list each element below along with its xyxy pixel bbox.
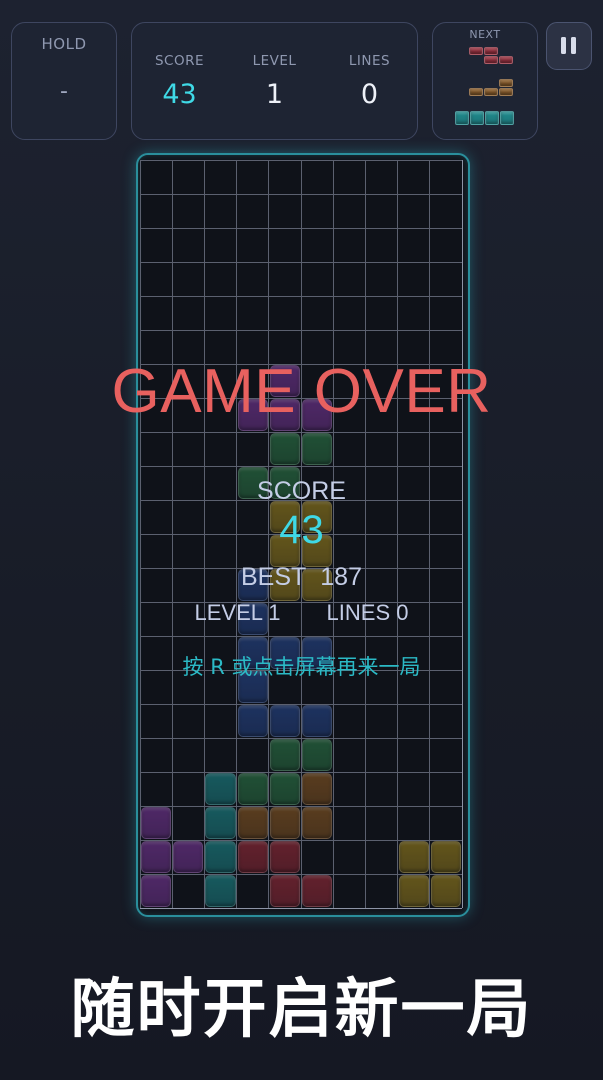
next-piece-block bbox=[485, 111, 499, 125]
best-score: BEST 187 bbox=[0, 563, 603, 592]
lines-stat: LINES 0 bbox=[322, 53, 417, 110]
hold-panel: HOLD - bbox=[11, 22, 117, 140]
next-piece-block bbox=[455, 111, 469, 125]
next-piece-block bbox=[484, 47, 498, 55]
best-label: BEST bbox=[240, 563, 307, 591]
pause-icon bbox=[561, 37, 566, 54]
game-over-title: GAME OVER bbox=[111, 357, 492, 426]
next-piece-block bbox=[469, 88, 483, 96]
score-label: SCORE bbox=[154, 53, 205, 69]
next-piece-block bbox=[484, 88, 498, 96]
lines-value: 0 bbox=[360, 79, 379, 110]
next-piece-block bbox=[484, 56, 498, 64]
level-stat: LEVEL 1 bbox=[227, 53, 322, 110]
promo-caption: 随时开启新一局 bbox=[70, 973, 533, 1047]
next-piece-block bbox=[499, 88, 513, 96]
next-piece-block bbox=[500, 111, 514, 125]
score-stat: SCORE 43 bbox=[132, 53, 227, 110]
final-score-value: 43 bbox=[279, 508, 324, 552]
level-label: LEVEL bbox=[252, 53, 297, 69]
hold-label: HOLD bbox=[41, 35, 87, 53]
final-lines: LINES 0 bbox=[326, 600, 409, 625]
final-score-label: SCORE bbox=[257, 477, 346, 505]
pause-icon-bar bbox=[571, 37, 576, 54]
lines-label: LINES bbox=[348, 53, 391, 69]
stats-panel: SCORE 43 LEVEL 1 LINES 0 bbox=[131, 22, 418, 140]
pause-button[interactable] bbox=[546, 22, 592, 70]
next-piece-block bbox=[470, 111, 484, 125]
restart-hint[interactable]: 按 R 或点击屏幕再来一局 bbox=[0, 651, 603, 681]
final-stats: LEVEL 1 LINES 0 bbox=[0, 600, 603, 626]
final-level: LEVEL 1 bbox=[194, 600, 281, 625]
score-value: 43 bbox=[162, 79, 197, 110]
level-value: 1 bbox=[265, 79, 284, 110]
next-piece-block bbox=[499, 79, 513, 87]
next-piece-block bbox=[499, 56, 513, 64]
next-label: NEXT bbox=[469, 28, 501, 41]
next-piece-block bbox=[469, 47, 483, 55]
hold-value: - bbox=[60, 79, 68, 104]
best-value: 187 bbox=[320, 563, 362, 591]
next-panel: NEXT bbox=[432, 22, 538, 140]
